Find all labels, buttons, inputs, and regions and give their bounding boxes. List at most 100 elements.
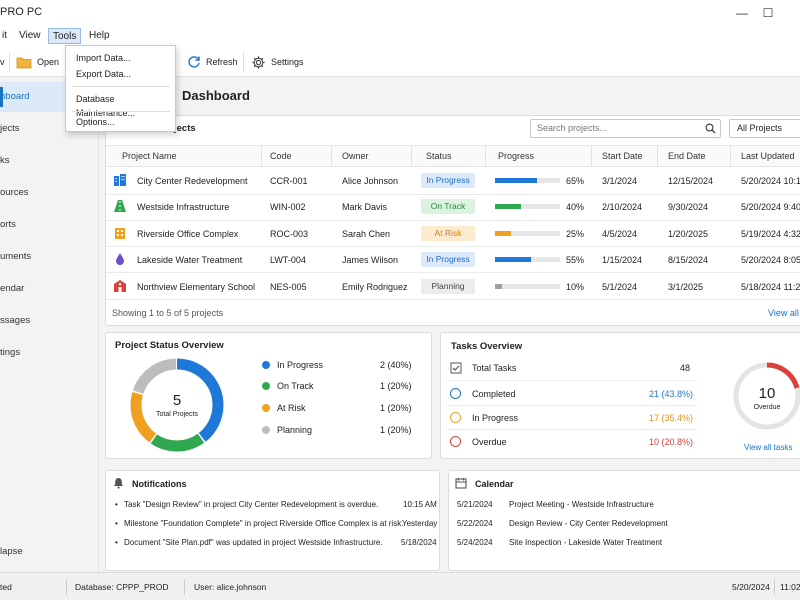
last-updated: 5/19/2024 4:32 <box>741 229 800 239</box>
project-owner: Mark Davis <box>342 202 388 212</box>
progress-bar-fill <box>495 204 521 209</box>
view-all-tasks-link[interactable]: View all tasks <box>744 441 792 455</box>
legend-value-on-track: 1 (20%) <box>380 381 412 391</box>
office-building-icon <box>115 228 125 239</box>
sidebar-item-settings[interactable]: tings <box>0 338 99 368</box>
in-progress-status-icon <box>450 412 461 423</box>
status-overview-title: Project Status Overview <box>115 340 224 351</box>
column-header-owner[interactable]: Owner <box>342 145 369 167</box>
menu-view[interactable]: View <box>15 28 45 44</box>
sidebar-item-reports[interactable]: orts <box>0 210 99 240</box>
event-title[interactable]: Site Inspection - Lakeside Water Treatme… <box>509 538 662 547</box>
building-icon <box>114 174 126 186</box>
start-date: 4/5/2024 <box>602 229 638 239</box>
view-all-projects-link[interactable]: View all <box>768 306 799 320</box>
column-header-start-date[interactable]: Start Date <box>602 145 643 167</box>
current-user: User: alice.johnson <box>194 582 267 592</box>
completed-status-icon <box>450 388 461 399</box>
project-filter-select[interactable]: All Projects <box>729 119 800 138</box>
project-name[interactable]: City Center Redevelopment <box>137 174 248 188</box>
overdue-status-icon <box>450 436 461 447</box>
total-projects-count: 5 <box>172 392 182 409</box>
minimize-button[interactable]: — <box>732 3 752 23</box>
search-icon[interactable] <box>705 123 716 134</box>
event-title[interactable]: Design Review - City Center Redevelopmen… <box>509 519 668 528</box>
sidebar-item-documents[interactable]: uments <box>0 242 99 272</box>
project-name[interactable]: Riverside Office Complex <box>137 227 238 241</box>
project-name[interactable]: Lakeside Water Treatment <box>137 253 242 267</box>
menu-bar: it View Tools Help <box>0 26 800 46</box>
progress-bar-fill <box>495 257 531 262</box>
overdue-value: 10 (20.8%) <box>649 437 694 447</box>
column-header-code[interactable]: Code <box>270 145 292 167</box>
menu-help[interactable]: Help <box>85 28 114 44</box>
settings-button[interactable]: Settings <box>251 53 304 71</box>
column-header-project-name[interactable]: Project Name <box>122 145 177 167</box>
open-button[interactable]: Open <box>16 53 59 71</box>
status-separator <box>184 579 185 595</box>
road-icon <box>114 200 126 212</box>
refresh-button[interactable]: Refresh <box>187 53 238 71</box>
end-date: 8/15/2024 <box>668 255 709 265</box>
progress-bar <box>495 231 560 236</box>
water-drop-icon <box>116 253 124 265</box>
progress-bar <box>495 257 560 262</box>
column-header-progress[interactable]: Progress <box>498 145 534 167</box>
notification-bullet: • <box>115 519 118 528</box>
in-progress-label: In Progress <box>472 413 519 423</box>
project-name[interactable]: Westside Infrastructure <box>137 200 229 214</box>
new-button[interactable]: v <box>0 53 5 71</box>
window-title: PRO PC <box>0 6 43 18</box>
bell-icon <box>114 478 123 489</box>
gear-icon <box>252 55 265 69</box>
event-title[interactable]: Project Meeting - Westside Infrastructur… <box>509 500 654 509</box>
menu-item-database-maintenance[interactable]: Database Maintenance... <box>76 92 175 118</box>
checklist-icon <box>450 362 462 374</box>
menu-item-import-data[interactable]: Import Data... <box>76 51 131 65</box>
search-input[interactable]: Search projects... <box>530 119 721 138</box>
status-badge: In Progress <box>421 173 475 188</box>
column-header-end-date[interactable]: End Date <box>668 145 706 167</box>
notification-text[interactable]: Document "Site Plan.pdf" was updated in … <box>124 538 383 547</box>
sidebar-item-resources[interactable]: ources <box>0 178 99 208</box>
notifications-title: Notifications <box>132 479 187 489</box>
total-projects-label: Total Projects <box>155 411 199 418</box>
end-date: 12/15/2024 <box>668 176 714 186</box>
divider <box>447 380 697 381</box>
column-divider <box>261 145 262 167</box>
notification-bullet: • <box>115 500 118 509</box>
column-divider <box>657 145 658 167</box>
open-label: Open <box>37 57 60 67</box>
progress-percent: 10% <box>566 282 585 292</box>
sidebar-item-tasks[interactable]: ks <box>0 146 99 176</box>
column-header-last-updated[interactable]: Last Updated <box>741 145 795 167</box>
menu-tools[interactable]: Tools <box>48 28 82 44</box>
in-progress-value: 17 (35.4%) <box>649 413 694 423</box>
legend-dot-on-track <box>262 382 270 390</box>
project-name[interactable]: Northview Elementary School <box>137 280 255 294</box>
progress-percent: 65% <box>566 176 585 186</box>
projects-section-title: jects <box>174 123 196 134</box>
sidebar-collapse-button[interactable]: lapse <box>0 537 99 567</box>
sidebar-item-calendar[interactable]: endar <box>0 274 99 304</box>
status-badge: Planning <box>421 279 475 294</box>
notification-text[interactable]: Task "Design Review" in project City Cen… <box>124 500 378 509</box>
completed-label: Completed <box>472 389 516 399</box>
notification-text[interactable]: Milestone "Foundation Complete" in proje… <box>124 519 403 528</box>
status-separator <box>774 579 775 595</box>
sidebar-item-messages[interactable]: ssages <box>0 306 99 336</box>
status-badge: In Progress <box>421 252 475 267</box>
school-icon <box>114 280 126 292</box>
legend-label-planning: Planning <box>277 425 313 435</box>
legend-label-at-risk: At Risk <box>277 403 306 413</box>
menu-file[interactable]: it <box>0 28 11 44</box>
column-divider <box>485 145 486 167</box>
tasks-overview-title: Tasks Overview <box>451 341 523 352</box>
menu-item-export-data[interactable]: Export Data... <box>76 67 131 81</box>
overdue-label: Overdue <box>472 437 507 447</box>
menu-item-options[interactable]: Options... <box>76 115 115 129</box>
start-date: 2/10/2024 <box>602 202 643 212</box>
maximize-button[interactable]: ☐ <box>758 3 778 23</box>
project-code: NES-005 <box>270 282 307 292</box>
column-header-status[interactable]: Status <box>426 145 452 167</box>
